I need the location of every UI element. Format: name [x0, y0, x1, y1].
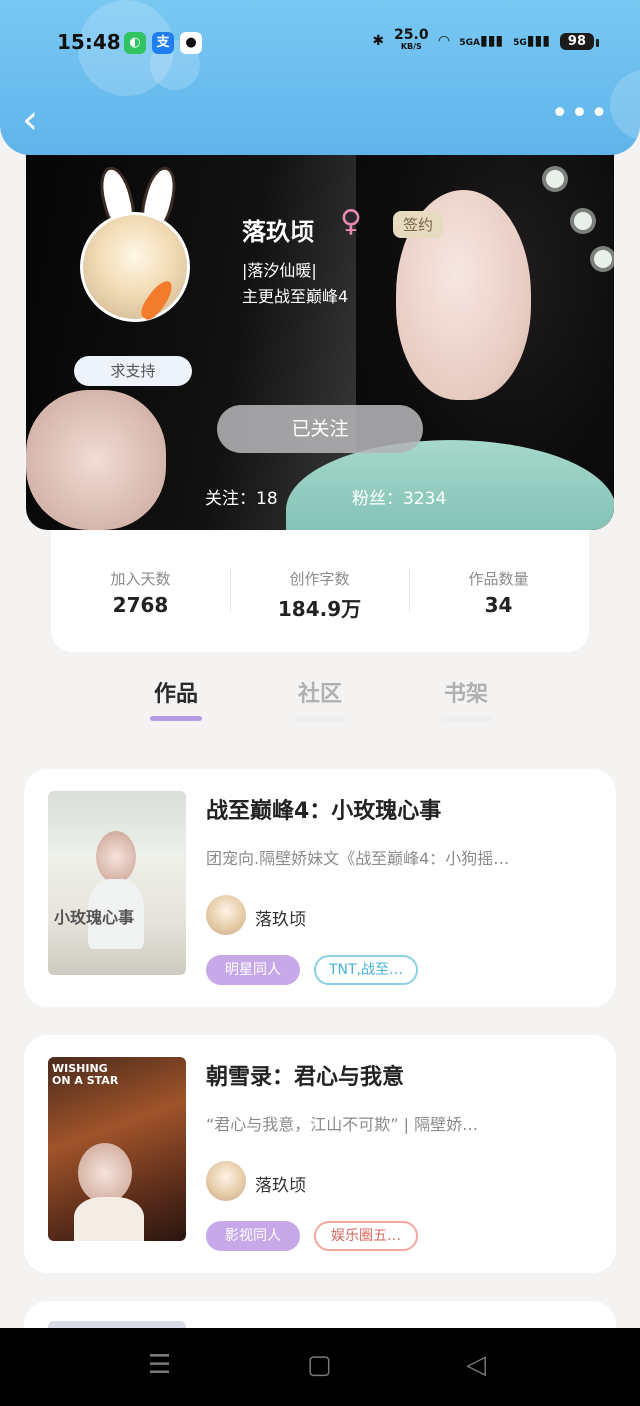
book-author: 落玖顷 — [255, 910, 306, 930]
author-mini-avatar — [206, 895, 246, 935]
status-time: 15:48 — [57, 30, 121, 54]
stat-works-count: 作品数量 34 — [409, 568, 588, 617]
top-bar: 15:48 ◐ 支 ● ✱ 25.0 KB/S ◠ 5GA▮▮▮ 5G▮▮▮ 98… — [0, 0, 640, 155]
back-nav-icon[interactable]: ◁ — [466, 1350, 486, 1380]
system-nav-bar: ☰ ▢ ◁ — [0, 1328, 640, 1406]
book-title[interactable]: 战至巅峰4：小玫瑰心事 — [206, 793, 441, 825]
bluetooth-icon: ✱ — [372, 33, 385, 49]
flower-decor — [594, 250, 612, 268]
signed-badge: 签约 — [393, 211, 444, 238]
signal-5g: 5G▮▮▮ — [513, 33, 550, 49]
book-card[interactable]: 小玫瑰心事 战至巅峰4：小玫瑰心事 团宠向.隔壁娇妹文《战至巅峰4：小狗摇… 落… — [24, 769, 616, 1007]
book-tag[interactable]: TNT,战至… — [314, 955, 418, 985]
alipay-icon: 支 — [152, 32, 174, 54]
book-author: 落玖顷 — [255, 1176, 306, 1196]
decor-bubble — [610, 70, 640, 140]
stat-value: 2768 — [112, 593, 169, 617]
stat-label: 作品数量 — [468, 570, 529, 588]
cover-title: 小玫瑰心事 — [54, 908, 135, 927]
stat-word-count: 创作字数 184.9万 — [230, 568, 409, 622]
profile-tabs: 作品 社区 书架 — [0, 672, 640, 732]
support-button[interactable]: 求支持 — [74, 356, 192, 386]
book-description: “君心与我意，江山不可欺” | 隔壁娇… — [206, 1115, 479, 1134]
stat-label: 加入天数 — [110, 570, 171, 588]
status-bar: 15:48 ◐ 支 ● ✱ 25.0 KB/S ◠ 5GA▮▮▮ 5G▮▮▮ 98 — [0, 28, 640, 60]
battery-icon: 98 — [559, 32, 600, 50]
network-speed: 25.0 KB/S — [394, 27, 429, 51]
cover-figure — [78, 1143, 132, 1203]
cover-figure — [96, 831, 136, 883]
stat-value: 34 — [484, 593, 513, 617]
menu-icon[interactable]: ☰ — [148, 1350, 171, 1380]
tab-underline — [294, 716, 346, 721]
following-count[interactable]: 关注：18 — [205, 484, 278, 509]
fans-count[interactable]: 粉丝：3234 — [352, 484, 446, 509]
book-description: 团宠向.隔壁娇妹文《战至巅峰4：小狗摇… — [206, 849, 510, 868]
tab-works[interactable]: 作品 — [136, 676, 216, 708]
stat-label: 创作字数 — [289, 570, 350, 588]
avatar — [80, 212, 190, 322]
book-tag[interactable]: 影视同人 — [206, 1221, 300, 1251]
home-icon[interactable]: ▢ — [307, 1350, 332, 1380]
book-tag[interactable]: 娱乐圈五… — [314, 1221, 418, 1251]
wechat-icon: ◐ — [124, 32, 146, 54]
stat-value: 184.9万 — [277, 597, 362, 621]
tab-indicator — [150, 716, 202, 721]
stats-card: 加入天数 2768 创作字数 184.9万 作品数量 34 — [51, 530, 589, 652]
book-tag[interactable]: 明星同人 — [206, 955, 300, 985]
tab-community[interactable]: 社区 — [280, 676, 360, 708]
book-cover[interactable]: WISHING ON A STAR — [48, 1057, 186, 1241]
bio-line-2: 主更战至巅峰4 — [242, 287, 349, 306]
wifi-icon: ◠ — [438, 33, 450, 49]
signal-5ga: 5GA▮▮▮ — [459, 33, 504, 49]
book-cover[interactable]: 小玫瑰心事 — [48, 791, 186, 975]
book-title[interactable]: 朝雪录：君心与我意 — [206, 1059, 404, 1091]
back-button[interactable]: ‹ — [22, 100, 38, 140]
cover-figure-dress — [74, 1197, 144, 1241]
flower-decor — [546, 170, 564, 188]
female-icon: ♀ — [340, 204, 362, 239]
cover-title: WISHING ON A STAR — [52, 1062, 119, 1087]
tab-bookshelf[interactable]: 书架 — [426, 676, 506, 708]
author-name: 落玖顷 — [242, 218, 314, 246]
stat-join-days: 加入天数 2768 — [51, 568, 230, 617]
author-mini-avatar — [206, 1161, 246, 1201]
flower-decor — [574, 212, 592, 230]
cover-figure-hand — [26, 390, 166, 530]
qq-icon: ● — [180, 32, 202, 54]
book-card[interactable]: WISHING ON A STAR 朝雪录：君心与我意 “君心与我意，江山不可欺… — [24, 1035, 616, 1273]
tab-underline — [440, 716, 492, 721]
bio-line-1: |落汐仙暖| — [242, 261, 317, 280]
followed-button[interactable]: 已关注 — [217, 405, 423, 453]
more-options-icon[interactable]: ••• — [551, 99, 610, 129]
author-avatar[interactable] — [80, 163, 190, 324]
works-list: 小玫瑰心事 战至巅峰4：小玫瑰心事 团宠向.隔壁娇妹文《战至巅峰4：小狗摇… 落… — [0, 742, 640, 1361]
